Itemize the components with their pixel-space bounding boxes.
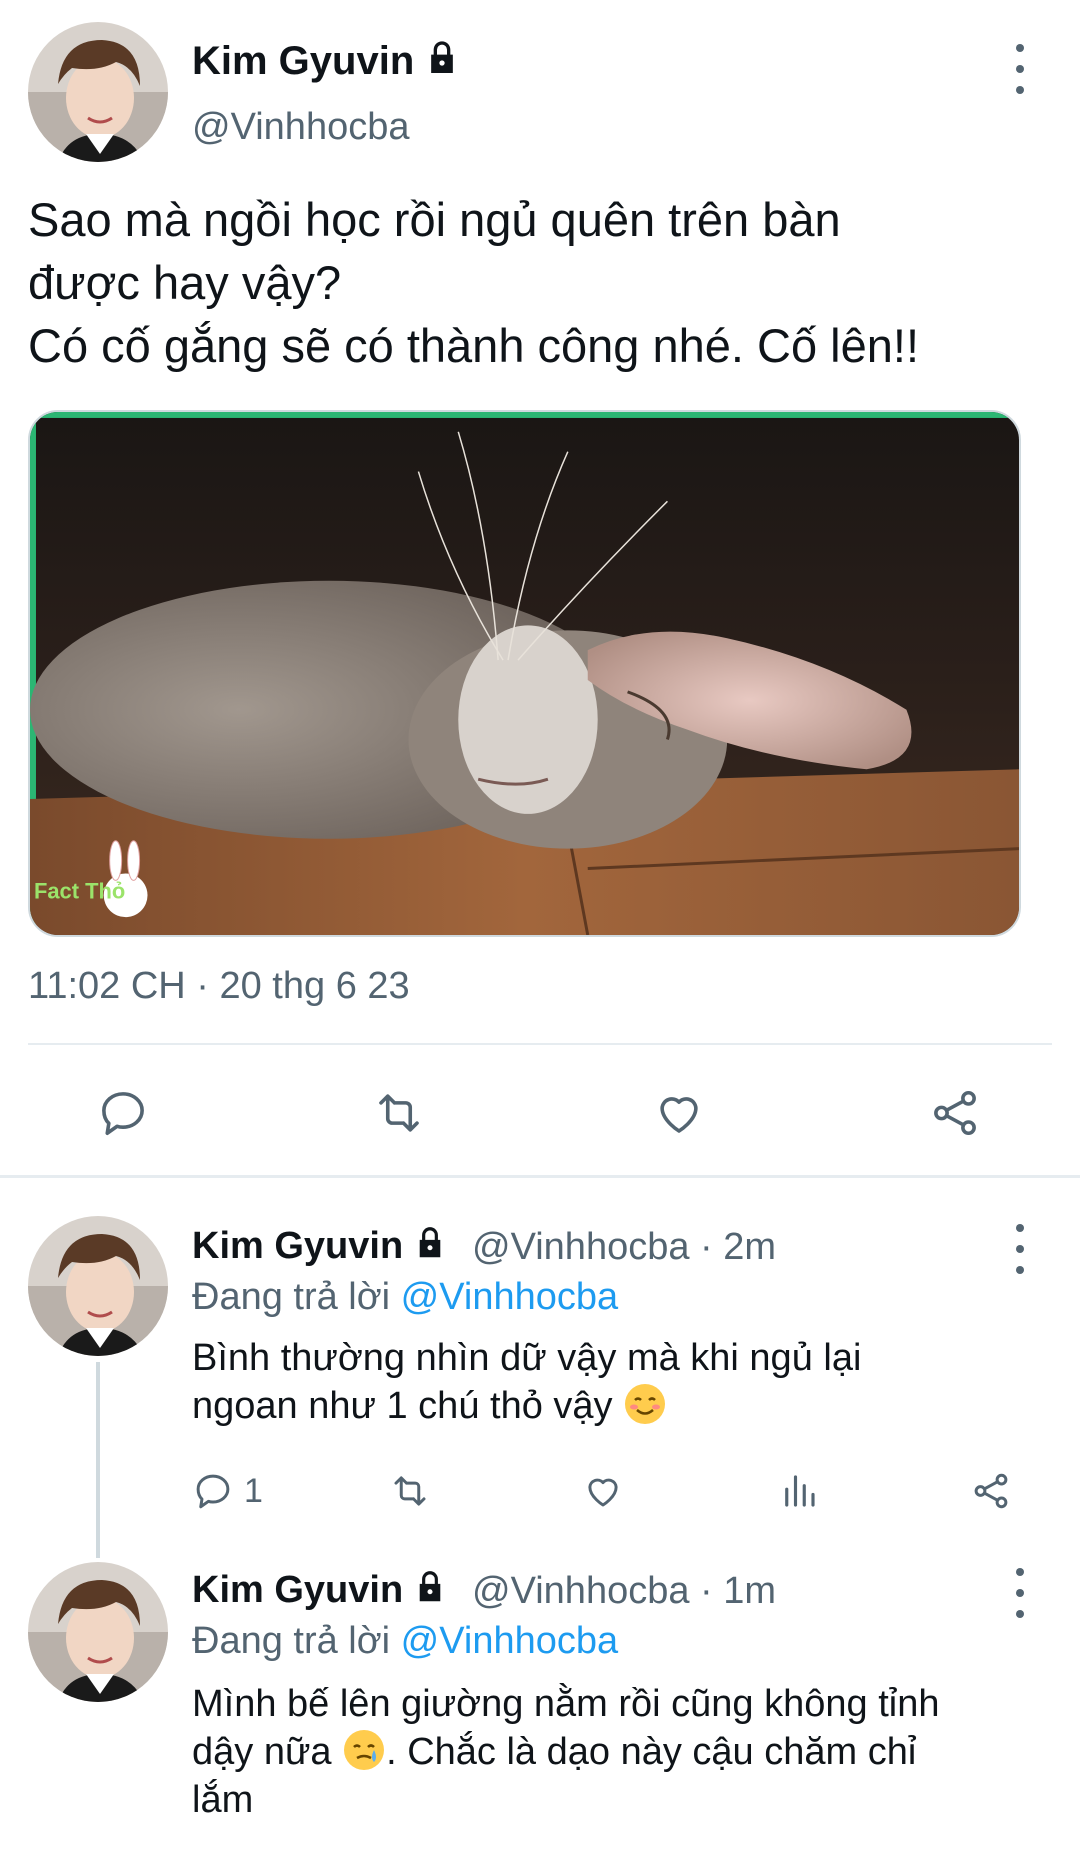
analytics-icon	[785, 1475, 815, 1507]
analytics-button[interactable]	[778, 1470, 820, 1512]
heart-icon	[588, 1478, 618, 1507]
reply-button[interactable]: 1	[192, 1470, 263, 1512]
reply-text: Bình thường nhìn dữ vậy mà khi ngủ lại n…	[192, 1334, 1052, 1430]
author-name[interactable]: Kim Gyuvin	[192, 38, 462, 88]
replying-label: Đang trả lời	[192, 1620, 391, 1662]
avatar[interactable]	[28, 1216, 168, 1356]
more-options-icon[interactable]	[1010, 44, 1030, 94]
reply-text-line: lắm	[192, 1779, 254, 1821]
more-options-icon[interactable]	[1010, 1568, 1030, 1618]
mention-link[interactable]: @Vinhhocba	[401, 1620, 618, 1662]
author-name[interactable]: Kim Gyuvin	[192, 1568, 449, 1616]
smiling-face-icon	[623, 1382, 667, 1426]
retweet-button[interactable]	[370, 1086, 428, 1140]
tweet-text: Sao mà ngồi học rồi ngủ quên trên bàn đư…	[28, 193, 920, 372]
reply-icon	[102, 1092, 144, 1136]
reply-count: 1	[244, 1471, 263, 1510]
mention-link[interactable]: @Vinhhocba	[401, 1276, 618, 1318]
share-button[interactable]	[970, 1470, 1012, 1512]
author-name-text: Kim Gyuvin	[192, 1225, 404, 1267]
like-button[interactable]	[652, 1086, 706, 1140]
tweet-media-image[interactable]: Fact Thỏ	[28, 410, 1021, 937]
reply-button[interactable]	[96, 1086, 150, 1140]
reply-text-body: Bình thường nhìn dữ vậy mà khi ngủ lại n…	[192, 1337, 862, 1427]
avatar[interactable]	[28, 22, 168, 162]
share-icon	[934, 1090, 976, 1136]
like-button[interactable]	[582, 1470, 624, 1512]
more-options-icon[interactable]	[1010, 1224, 1030, 1274]
reply-text-part: . Chắc là dạo này cậu chăm chỉ	[386, 1731, 917, 1773]
replying-label: Đang trả lời	[192, 1276, 391, 1318]
avatar[interactable]	[28, 1562, 168, 1702]
divider	[28, 1043, 1052, 1045]
heart-icon	[660, 1097, 698, 1133]
media-watermark: Fact Thỏ	[34, 878, 125, 903]
tweet-timestamp[interactable]: 11:02 CH · 20 thg 6 23	[28, 965, 410, 1008]
author-name-text: Kim Gyuvin	[192, 1569, 404, 1611]
handle-time[interactable]: @Vinhhocba · 2m	[472, 1226, 776, 1269]
lock-icon	[411, 1568, 449, 1616]
retweet-icon	[394, 1476, 426, 1506]
share-icon	[974, 1473, 1008, 1509]
share-button[interactable]	[928, 1086, 982, 1140]
retweet-button[interactable]	[388, 1470, 432, 1512]
author-handle[interactable]: @Vinhhocba	[192, 106, 409, 149]
lock-icon	[422, 38, 462, 88]
section-divider	[0, 1175, 1080, 1178]
author-name-text: Kim Gyuvin	[192, 39, 415, 83]
reply-icon	[196, 1474, 230, 1509]
thread-line	[96, 1362, 100, 1558]
handle-time[interactable]: @Vinhhocba · 1m	[472, 1570, 776, 1613]
reply-text-line: dậy nữa . Chắc là dạo này cậu chăm chỉ	[192, 1728, 1062, 1776]
author-name[interactable]: Kim Gyuvin	[192, 1224, 449, 1272]
replying-to: Đang trả lời @Vinhhocba	[192, 1620, 618, 1663]
reply-text-line: Mình bế lên giường nằm rồi cũng không tỉ…	[192, 1683, 940, 1725]
lock-icon	[411, 1224, 449, 1272]
reply-text: Mình bế lên giường nằm rồi cũng không tỉ…	[192, 1680, 1062, 1824]
replying-to: Đang trả lời @Vinhhocba	[192, 1276, 618, 1319]
retweet-icon	[379, 1094, 419, 1132]
reply-text-part: dậy nữa	[192, 1731, 343, 1773]
crying-smile-icon	[342, 1728, 386, 1772]
